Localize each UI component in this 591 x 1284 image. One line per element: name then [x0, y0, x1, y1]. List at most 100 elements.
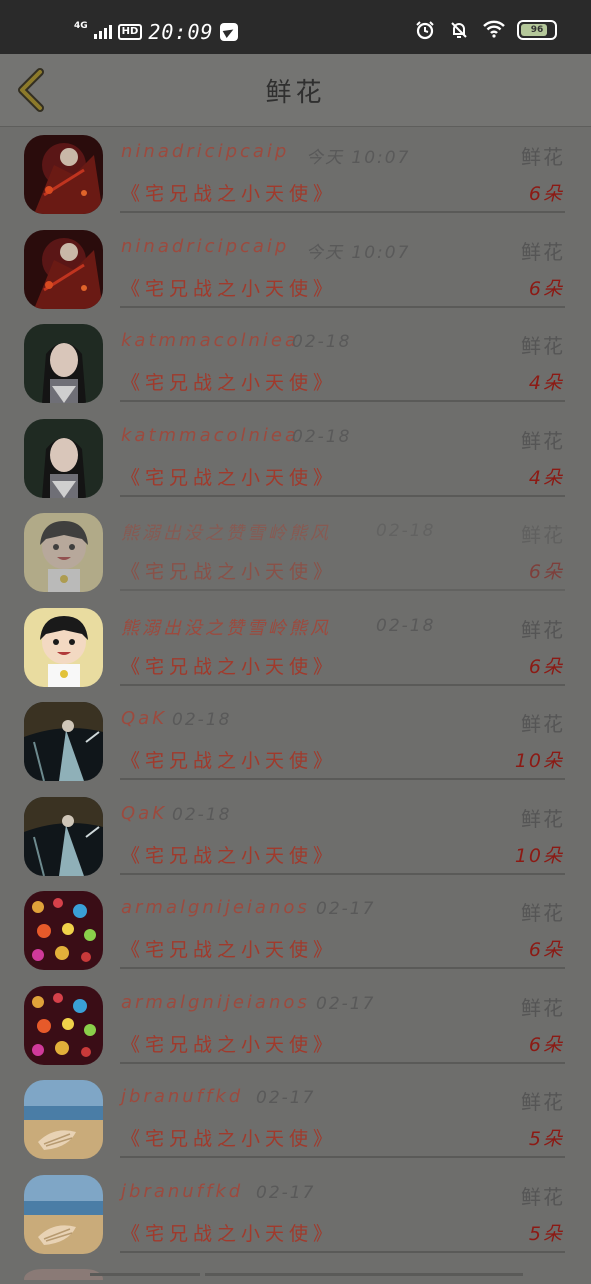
- list-item[interactable]: QaK 02-18 鲜花 《宅兄战之小天使》 10朵: [0, 694, 591, 789]
- row-divider: [120, 778, 565, 780]
- book-title[interactable]: 《宅兄战之小天使》: [121, 274, 337, 301]
- gift-count: 10朵: [514, 844, 564, 867]
- avatar[interactable]: [24, 1174, 103, 1254]
- gift-count: 6朵: [528, 183, 564, 205]
- gift-type-label: 鲜花: [521, 617, 565, 642]
- row-divider: [120, 1156, 565, 1158]
- user-name[interactable]: ninadricipcaip: [121, 141, 289, 162]
- row-divider: [120, 400, 565, 402]
- avatar[interactable]: [24, 229, 103, 309]
- post-time: 02-17: [256, 1182, 316, 1203]
- list-item[interactable]: armalgnijeianos 02-17 鲜花 《宅兄战之小天使》 6朵: [0, 978, 591, 1073]
- user-name[interactable]: ninadricipcaip: [121, 236, 289, 257]
- list-item[interactable]: 熊溺出没之赞雪岭熊风 02-18 鲜花 《宅兄战之小天使》 6朵: [0, 600, 591, 695]
- user-name[interactable]: katmmacolniea: [121, 330, 299, 351]
- post-time: 今天 10:07: [306, 148, 411, 168]
- row-divider: [120, 967, 565, 969]
- gift-type-label: 鲜花: [521, 523, 565, 547]
- battery-level: 96: [530, 25, 544, 35]
- gift-count: 5朵: [528, 1222, 564, 1245]
- user-name[interactable]: armalgnijeianos: [121, 992, 310, 1013]
- user-name[interactable]: jbranuffkd: [121, 1181, 243, 1202]
- user-name[interactable]: armalgnijeianos: [121, 897, 310, 918]
- user-name[interactable]: QaK: [121, 803, 167, 824]
- post-time: 02-17: [316, 993, 376, 1014]
- gift-type-label: 鲜花: [521, 1184, 565, 1209]
- list-item[interactable]: 熊溺出没之赞雪岭熊风 02-18 鲜花 《宅兄战之小天使》 6朵: [0, 505, 591, 600]
- gift-type-label: 鲜花: [521, 428, 565, 453]
- signal-icon: [93, 25, 112, 39]
- gift-count: 6朵: [528, 1033, 564, 1056]
- gift-count: 6朵: [528, 561, 564, 583]
- avatar[interactable]: [24, 1080, 103, 1159]
- book-title[interactable]: 《宅兄战之小天使》: [121, 368, 337, 395]
- book-title[interactable]: 《宅兄战之小天使》: [121, 652, 337, 679]
- gift-type-label: 鲜花: [521, 334, 565, 358]
- telegram-icon: [219, 23, 238, 41]
- network-type: 4G: [74, 21, 88, 31]
- list-item[interactable]: armalgnijeianos 02-17 鲜花 《宅兄战之小天使》 6朵: [0, 883, 591, 978]
- list-item[interactable]: jbranuffkd 02-17 鲜花 《宅兄战之小天使》 5朵: [0, 1072, 591, 1167]
- gift-type-label: 鲜花: [521, 712, 565, 736]
- gift-count: 10朵: [514, 750, 564, 772]
- list-item[interactable]: QaK 02-18 鲜花 《宅兄战之小天使》 10朵: [0, 789, 591, 884]
- avatar[interactable]: [24, 607, 103, 687]
- book-title[interactable]: 《宅兄战之小天使》: [121, 1124, 337, 1151]
- book-title[interactable]: 《宅兄战之小天使》: [121, 557, 337, 584]
- avatar[interactable]: [24, 891, 103, 970]
- battery-icon: 96: [517, 20, 557, 40]
- row-divider: [120, 305, 565, 308]
- gift-count: 6朵: [528, 939, 564, 961]
- book-title[interactable]: 《宅兄战之小天使》: [121, 1030, 337, 1057]
- status-bar: 4G HD 20:09 96: [0, 0, 591, 54]
- user-name[interactable]: jbranuffkd: [121, 1086, 243, 1107]
- row-divider: [120, 872, 565, 875]
- book-title[interactable]: 《宅兄战之小天使》: [121, 179, 337, 206]
- user-name[interactable]: katmmacolniea: [121, 425, 299, 446]
- row-divider: [120, 494, 565, 497]
- wifi-icon: [483, 20, 505, 40]
- book-title[interactable]: 《宅兄战之小天使》: [121, 463, 337, 490]
- list-item[interactable]: katmmacolniea 02-18 鲜花 《宅兄战之小天使》 4朵: [0, 411, 591, 506]
- avatar[interactable]: [24, 513, 103, 592]
- avatar[interactable]: [24, 418, 103, 498]
- gift-type-label: 鲜花: [521, 995, 565, 1020]
- book-title[interactable]: 《宅兄战之小天使》: [121, 935, 337, 962]
- book-title[interactable]: 《宅兄战之小天使》: [121, 746, 337, 773]
- post-time: 02-18: [376, 521, 436, 541]
- gift-count: 6朵: [528, 655, 564, 678]
- hd-badge: HD: [117, 24, 143, 40]
- book-title[interactable]: 《宅兄战之小天使》: [121, 1219, 337, 1246]
- flower-record-list[interactable]: ninadricipcaip 今天 10:07 鲜花 《宅兄战之小天使》 6朵 …: [0, 127, 591, 1261]
- row-divider: [120, 683, 565, 686]
- mute-notification-icon: [449, 20, 469, 40]
- partial-list-item: [0, 1261, 591, 1284]
- list-item[interactable]: katmmacolniea 02-18 鲜花 《宅兄战之小天使》 4朵: [0, 316, 591, 411]
- list-item[interactable]: ninadricipcaip 今天 10:07 鲜花 《宅兄战之小天使》 6朵: [0, 127, 591, 222]
- post-time: 02-18: [292, 426, 352, 447]
- gift-count: 6朵: [528, 277, 564, 300]
- avatar[interactable]: [24, 135, 103, 214]
- list-item[interactable]: ninadricipcaip 今天 10:07 鲜花 《宅兄战之小天使》 6朵: [0, 222, 591, 317]
- avatar[interactable]: [24, 324, 103, 403]
- gift-type-label: 鲜花: [521, 145, 565, 169]
- post-time: 02-18: [172, 710, 232, 730]
- alarm-icon: [415, 20, 435, 40]
- avatar[interactable]: [24, 796, 103, 876]
- book-title[interactable]: 《宅兄战之小天使》: [121, 841, 337, 868]
- status-left: 4G HD 20:09: [74, 18, 238, 46]
- post-time: 02-18: [172, 804, 232, 825]
- user-name[interactable]: 熊溺出没之赞雪岭熊风: [121, 614, 331, 640]
- user-name[interactable]: 熊溺出没之赞雪岭熊风: [121, 519, 331, 545]
- post-time: 02-17: [256, 1088, 316, 1108]
- list-item[interactable]: jbranuffkd 02-17 鲜花 《宅兄战之小天使》 5朵: [0, 1167, 591, 1262]
- gift-type-label: 鲜花: [521, 806, 565, 831]
- avatar[interactable]: [24, 702, 103, 781]
- user-name[interactable]: QaK: [121, 708, 167, 729]
- nav-bar: 鲜花: [0, 54, 591, 127]
- post-time: 今天 10:07: [306, 242, 411, 263]
- post-time: 02-18: [292, 332, 352, 352]
- gift-type-label: 鲜花: [521, 1090, 565, 1114]
- avatar[interactable]: [24, 985, 103, 1065]
- post-time: 02-18: [376, 615, 436, 636]
